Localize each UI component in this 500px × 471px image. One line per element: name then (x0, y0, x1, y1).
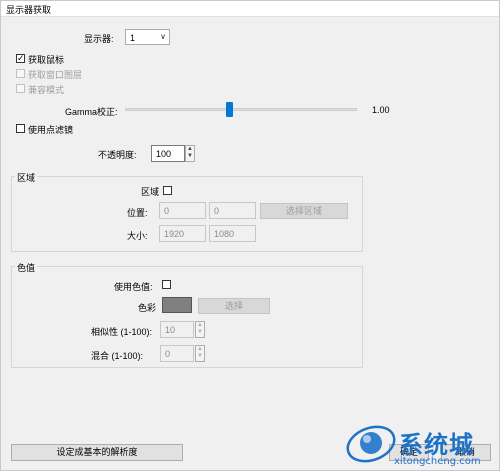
point-filter-label: 使用点滤镜 (28, 125, 74, 135)
region-group-title: 区域 (15, 171, 38, 184)
compat-mode-checkbox[interactable] (16, 84, 25, 93)
similarity-input[interactable]: 10 (160, 321, 194, 338)
window-title: 显示器获取 (6, 5, 52, 15)
color-label: 色彩 (138, 303, 157, 313)
point-filter-checkbox[interactable] (16, 124, 25, 133)
region-enable-checkbox[interactable] (163, 186, 172, 195)
spin-down-icon[interactable]: ▼ (196, 329, 204, 336)
base-resolution-button[interactable]: 设定成基本的解析度 (11, 444, 183, 461)
use-color-label: 使用色值: (114, 282, 153, 292)
similarity-spinner[interactable]: ▲ ▼ (195, 321, 205, 338)
region-width-value: 1920 (164, 229, 185, 239)
chevron-down-icon: ∨ (160, 32, 166, 41)
similarity-value: 10 (165, 325, 176, 335)
spin-up-icon[interactable]: ▲ (196, 322, 204, 329)
region-position-label: 位置: (127, 208, 148, 218)
opacity-label: 不透明度: (98, 150, 137, 160)
color-group-title: 色值 (15, 261, 38, 274)
color-swatch[interactable] (162, 297, 192, 313)
use-color-checkbox[interactable] (162, 280, 171, 289)
gamma-label: Gamma校正: (65, 107, 118, 117)
region-enable-label: 区域 (141, 187, 160, 197)
watermark-logo-icon (346, 425, 396, 463)
spin-down-icon[interactable]: ▼ (196, 353, 204, 360)
display-label: 显示器: (84, 34, 114, 44)
watermark-url: xitongcheng.com (394, 456, 481, 467)
capture-layers-checkbox[interactable] (16, 69, 25, 78)
capture-mouse-checkbox[interactable]: ✓ (16, 53, 25, 63)
region-y-value: 0 (214, 206, 220, 216)
spin-down-icon[interactable]: ▼ (186, 153, 194, 160)
blend-input[interactable]: 0 (160, 345, 194, 362)
similarity-label: 相似性 (1-100): (91, 327, 153, 337)
region-x-value: 0 (164, 206, 170, 216)
blend-label: 混合 (1-100): (91, 351, 144, 361)
region-y-input[interactable]: 0 (209, 202, 256, 219)
display-capture-dialog: 显示器获取 显示器: 1 ∨ ✓ 获取鼠标 获取窗口图层 兼容模式 Gamma校… (0, 0, 500, 471)
spin-up-icon[interactable]: ▲ (196, 346, 204, 353)
display-select-value: 1 (130, 33, 136, 43)
display-select[interactable]: 1 ∨ (125, 29, 170, 45)
compat-mode-label: 兼容模式 (28, 85, 65, 95)
spin-up-icon[interactable]: ▲ (186, 146, 194, 153)
capture-mouse-label: 获取鼠标 (28, 55, 65, 65)
checkmark-icon: ✓ (17, 53, 25, 63)
region-size-label: 大小: (127, 231, 148, 241)
capture-layers-label: 获取窗口图层 (28, 70, 83, 80)
gamma-value: 1.00 (372, 105, 390, 115)
gamma-slider-thumb[interactable] (226, 102, 234, 117)
select-color-button[interactable]: 选择 (198, 298, 270, 314)
opacity-value: 100 (156, 149, 172, 159)
opacity-spinner[interactable]: ▲ ▼ (185, 145, 195, 162)
region-x-input[interactable]: 0 (159, 202, 206, 219)
title-bar[interactable]: 显示器获取 (1, 1, 499, 17)
opacity-input[interactable]: 100 (151, 145, 185, 162)
blend-spinner[interactable]: ▲ ▼ (195, 345, 205, 362)
gamma-slider-track[interactable] (125, 108, 357, 111)
region-height-value: 1080 (214, 229, 235, 239)
blend-value: 0 (165, 349, 171, 359)
watermark-brand: 系统城 (399, 431, 474, 459)
region-width-input[interactable]: 1920 (159, 225, 206, 242)
select-region-button[interactable]: 选择区域 (260, 203, 348, 219)
region-height-input[interactable]: 1080 (209, 225, 256, 242)
